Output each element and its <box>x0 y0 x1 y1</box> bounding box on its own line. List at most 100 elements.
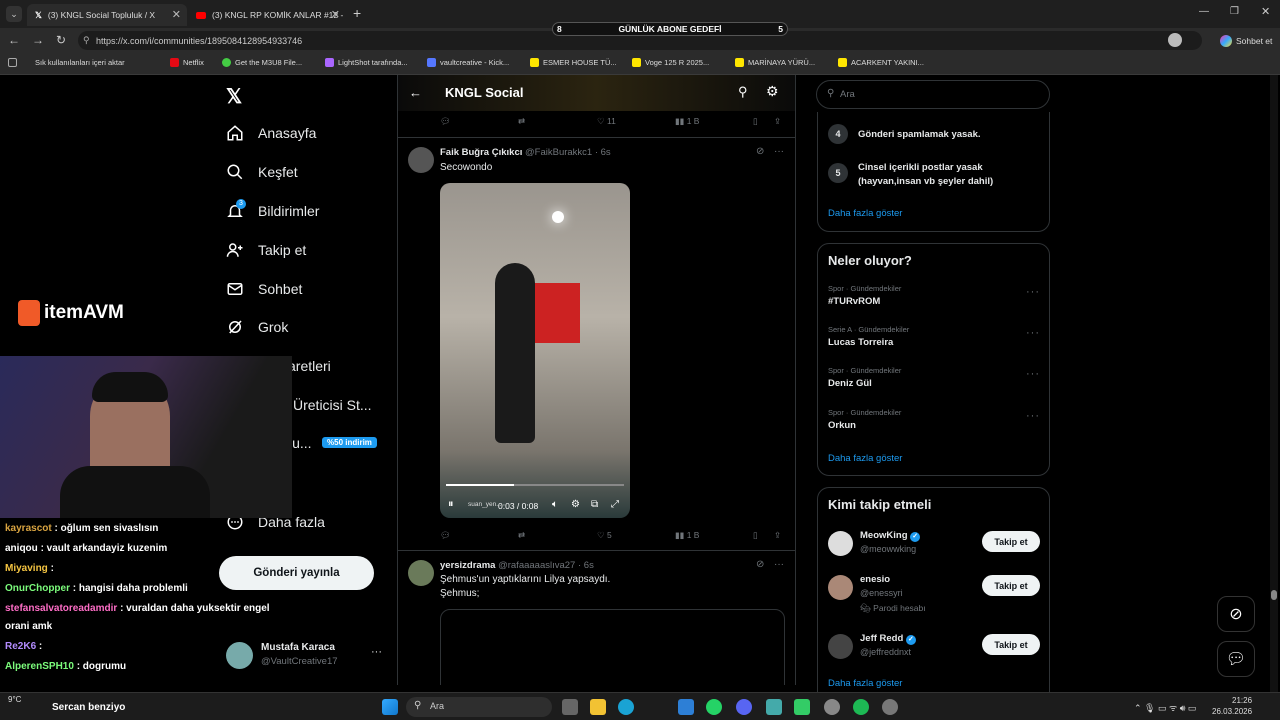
task-view-icon[interactable] <box>562 699 578 715</box>
follow-suggestion[interactable]: Jeff Redd ✓ @jeffreddnxt Takip et <box>828 631 1040 665</box>
fullscreen-icon[interactable]: ⤢ <box>611 499 619 510</box>
sidebar-item-chat[interactable]: Sohbet <box>226 280 302 298</box>
media-preview[interactable] <box>440 609 785 685</box>
follow-button[interactable]: Takip et <box>982 575 1040 596</box>
mail-app-icon[interactable] <box>678 699 694 715</box>
more-icon[interactable]: ··· <box>1026 286 1040 298</box>
grok-floating-button[interactable]: ⊘ <box>1217 596 1255 632</box>
tab-x-community[interactable]: 𝕏 (3) KNGL Social Topluluk / X ✕ <box>27 4 187 26</box>
edge-icon[interactable] <box>618 699 634 715</box>
page-scrollbar[interactable] <box>1270 75 1278 692</box>
back-icon[interactable]: ← <box>8 33 20 47</box>
spotify-icon[interactable] <box>853 699 869 715</box>
gear-icon[interactable]: ⚙ <box>766 83 779 100</box>
more-icon[interactable]: ··· <box>1026 327 1040 339</box>
tab-youtube[interactable]: (3) KNGL RP KOMİK ANLAR #12 - ✕ <box>188 4 346 26</box>
more-icon[interactable]: ··· <box>774 559 784 570</box>
site-info-icon[interactable]: ⚲ <box>83 35 90 46</box>
close-tab-icon[interactable]: ✕ <box>331 8 340 21</box>
bookmark-icon[interactable]: ▯ <box>753 530 758 541</box>
show-more-follow-link[interactable]: Daha fazla göster <box>828 678 902 689</box>
trend-item[interactable]: Spor · Gündemdekiler #TURvROM ··· <box>828 284 1040 316</box>
sidebar-item-bookmarks[interactable]: aretleri <box>288 358 331 374</box>
sidebar-item-premium[interactable]: iu... <box>289 435 312 451</box>
maximize-button[interactable]: ❐ <box>1230 6 1239 17</box>
repost-icon[interactable]: ⇄ <box>518 116 525 127</box>
clock-date[interactable]: 26.03.2026 <box>1212 707 1252 716</box>
share-icon[interactable]: ⇪ <box>774 116 781 127</box>
bookmark-voge[interactable]: Voge 125 R 2025... <box>632 58 709 67</box>
bookmark-marina[interactable]: MARİNAYA YÜRÜ... <box>735 58 815 67</box>
grok-analyze-icon[interactable]: ⊘ <box>756 559 764 570</box>
follow-button[interactable]: Takip et <box>982 531 1040 552</box>
views-button[interactable]: ▮▮ 1 B <box>675 116 699 127</box>
share-icon[interactable]: ⇪ <box>774 530 781 541</box>
x-logo-icon[interactable]: 𝕏 <box>226 84 242 109</box>
discord-icon[interactable] <box>736 699 752 715</box>
more-icon[interactable]: ··· <box>774 146 784 157</box>
back-arrow-icon[interactable]: ← <box>409 85 422 100</box>
minimize-button[interactable]: — <box>1199 6 1209 17</box>
more-icon[interactable]: ··· <box>1026 368 1040 380</box>
sidebar-item-home[interactable]: Anasayfa <box>226 124 316 142</box>
scrollbar-thumb[interactable] <box>1271 590 1277 600</box>
like-button[interactable]: ♡ 11 <box>597 116 616 127</box>
more-icon[interactable]: ··· <box>1026 410 1040 422</box>
follow-button[interactable]: Takip et <box>982 634 1040 655</box>
volume-icon[interactable]: 🔈︎ <box>552 499 558 510</box>
close-tab-icon[interactable]: ✕ <box>172 8 181 21</box>
trend-item[interactable]: Spor · Gündemdekiler Orkun ··· <box>828 408 1040 440</box>
tweet-post[interactable]: Faik Buğra Çıkıkcı @FaikBurakkc1 · 6s ⊘ … <box>398 138 795 550</box>
sidebar-item-explore[interactable]: Keşfet <box>226 163 298 181</box>
more-icon[interactable]: ··· <box>371 646 382 658</box>
refresh-icon[interactable]: ↻ <box>56 33 66 47</box>
author-name[interactable]: Faik Buğra Çıkıkcı <box>440 147 522 158</box>
bookmark-acarkent[interactable]: ACARKENT YAKINI... <box>838 58 924 67</box>
bookmark-kick[interactable]: vaultcreative - Kick... <box>427 58 509 67</box>
settings-app-icon[interactable] <box>882 699 898 715</box>
reply-icon[interactable]: 💬︎ <box>440 530 451 541</box>
messages-floating-button[interactable]: 💬︎ <box>1217 641 1255 677</box>
app-icon[interactable] <box>794 699 810 715</box>
settings-icon[interactable]: ⚙ <box>571 499 580 510</box>
show-more-trends-link[interactable]: Daha fazla göster <box>828 453 902 464</box>
app-icon[interactable] <box>824 699 840 715</box>
like-button[interactable]: ♡ 5 <box>597 530 612 541</box>
bookmark-lightshot[interactable]: LightShot tarafında... <box>325 58 408 67</box>
tweet-post[interactable]: yersizdrama @rafaaaaaslıva27 · 6s ⊘ ··· … <box>398 551 795 685</box>
sidebar-item-creator-studio[interactable]: Üreticisi St... <box>293 397 372 413</box>
windows-start-icon[interactable] <box>382 699 398 715</box>
sidebar-item-grok[interactable]: Grok <box>226 318 288 336</box>
sidebar-item-follow[interactable]: Takip et <box>226 241 306 259</box>
reply-icon[interactable]: 💬︎ <box>440 116 451 127</box>
new-tab-button[interactable]: + <box>353 5 361 21</box>
bookmark-icon[interactable]: ▯ <box>753 116 758 127</box>
video-progress-bar[interactable] <box>446 484 624 486</box>
bookmark-esmer[interactable]: ESMER HOUSE TÜ... <box>530 58 617 67</box>
bookmark-import[interactable]: Sık kullanılanları içeri aktar <box>8 58 125 67</box>
author-name[interactable]: yersizdrama <box>440 560 495 571</box>
profile-avatar[interactable] <box>1168 33 1182 47</box>
play-pause-icon[interactable]: ⏸ <box>448 498 454 511</box>
clock-time[interactable]: 21:26 <box>1232 696 1252 705</box>
close-window-button[interactable]: ✕ <box>1261 5 1270 18</box>
copilot-button[interactable]: Sohbet et <box>1214 31 1278 50</box>
search-input[interactable]: ⚲ Ara <box>816 80 1050 109</box>
taskbar-search-input[interactable]: ⚲ Ara <box>406 697 552 717</box>
follow-suggestion[interactable]: enesio @enessyri 🎭︎ Parodi hesabı Takip … <box>828 572 1040 614</box>
pip-icon[interactable]: ⧉ <box>591 499 598 510</box>
grok-analyze-icon[interactable]: ⊘ <box>756 146 764 157</box>
repost-icon[interactable]: ⇄ <box>518 530 525 541</box>
show-more-rules-link[interactable]: Daha fazla göster <box>828 208 902 219</box>
trend-item[interactable]: Spor · Gündemdekiler Deniz Gül ··· <box>828 366 1040 398</box>
bookmark-m3u8[interactable]: Get the M3U8 File... <box>222 58 302 67</box>
tab-list-button[interactable]: ⌄ <box>6 6 22 22</box>
forward-icon[interactable]: → <box>32 33 44 47</box>
whatsapp-icon[interactable] <box>706 699 722 715</box>
follow-suggestion[interactable]: MeowKing ✓ @meowwking Takip et <box>828 528 1040 562</box>
video-player[interactable]: ⏸ suan_yen... 0:03 / 0:08 🔈︎ ⚙ ⧉ ⤢ <box>440 183 630 518</box>
trend-item[interactable]: Serie A · Gündemdekiler Lucas Torreira ·… <box>828 325 1040 357</box>
views-button[interactable]: ▮▮ 1 B <box>675 530 699 541</box>
weather-widget[interactable]: 9°C <box>8 695 21 704</box>
bookmark-netflix[interactable]: Netflix <box>170 58 204 67</box>
